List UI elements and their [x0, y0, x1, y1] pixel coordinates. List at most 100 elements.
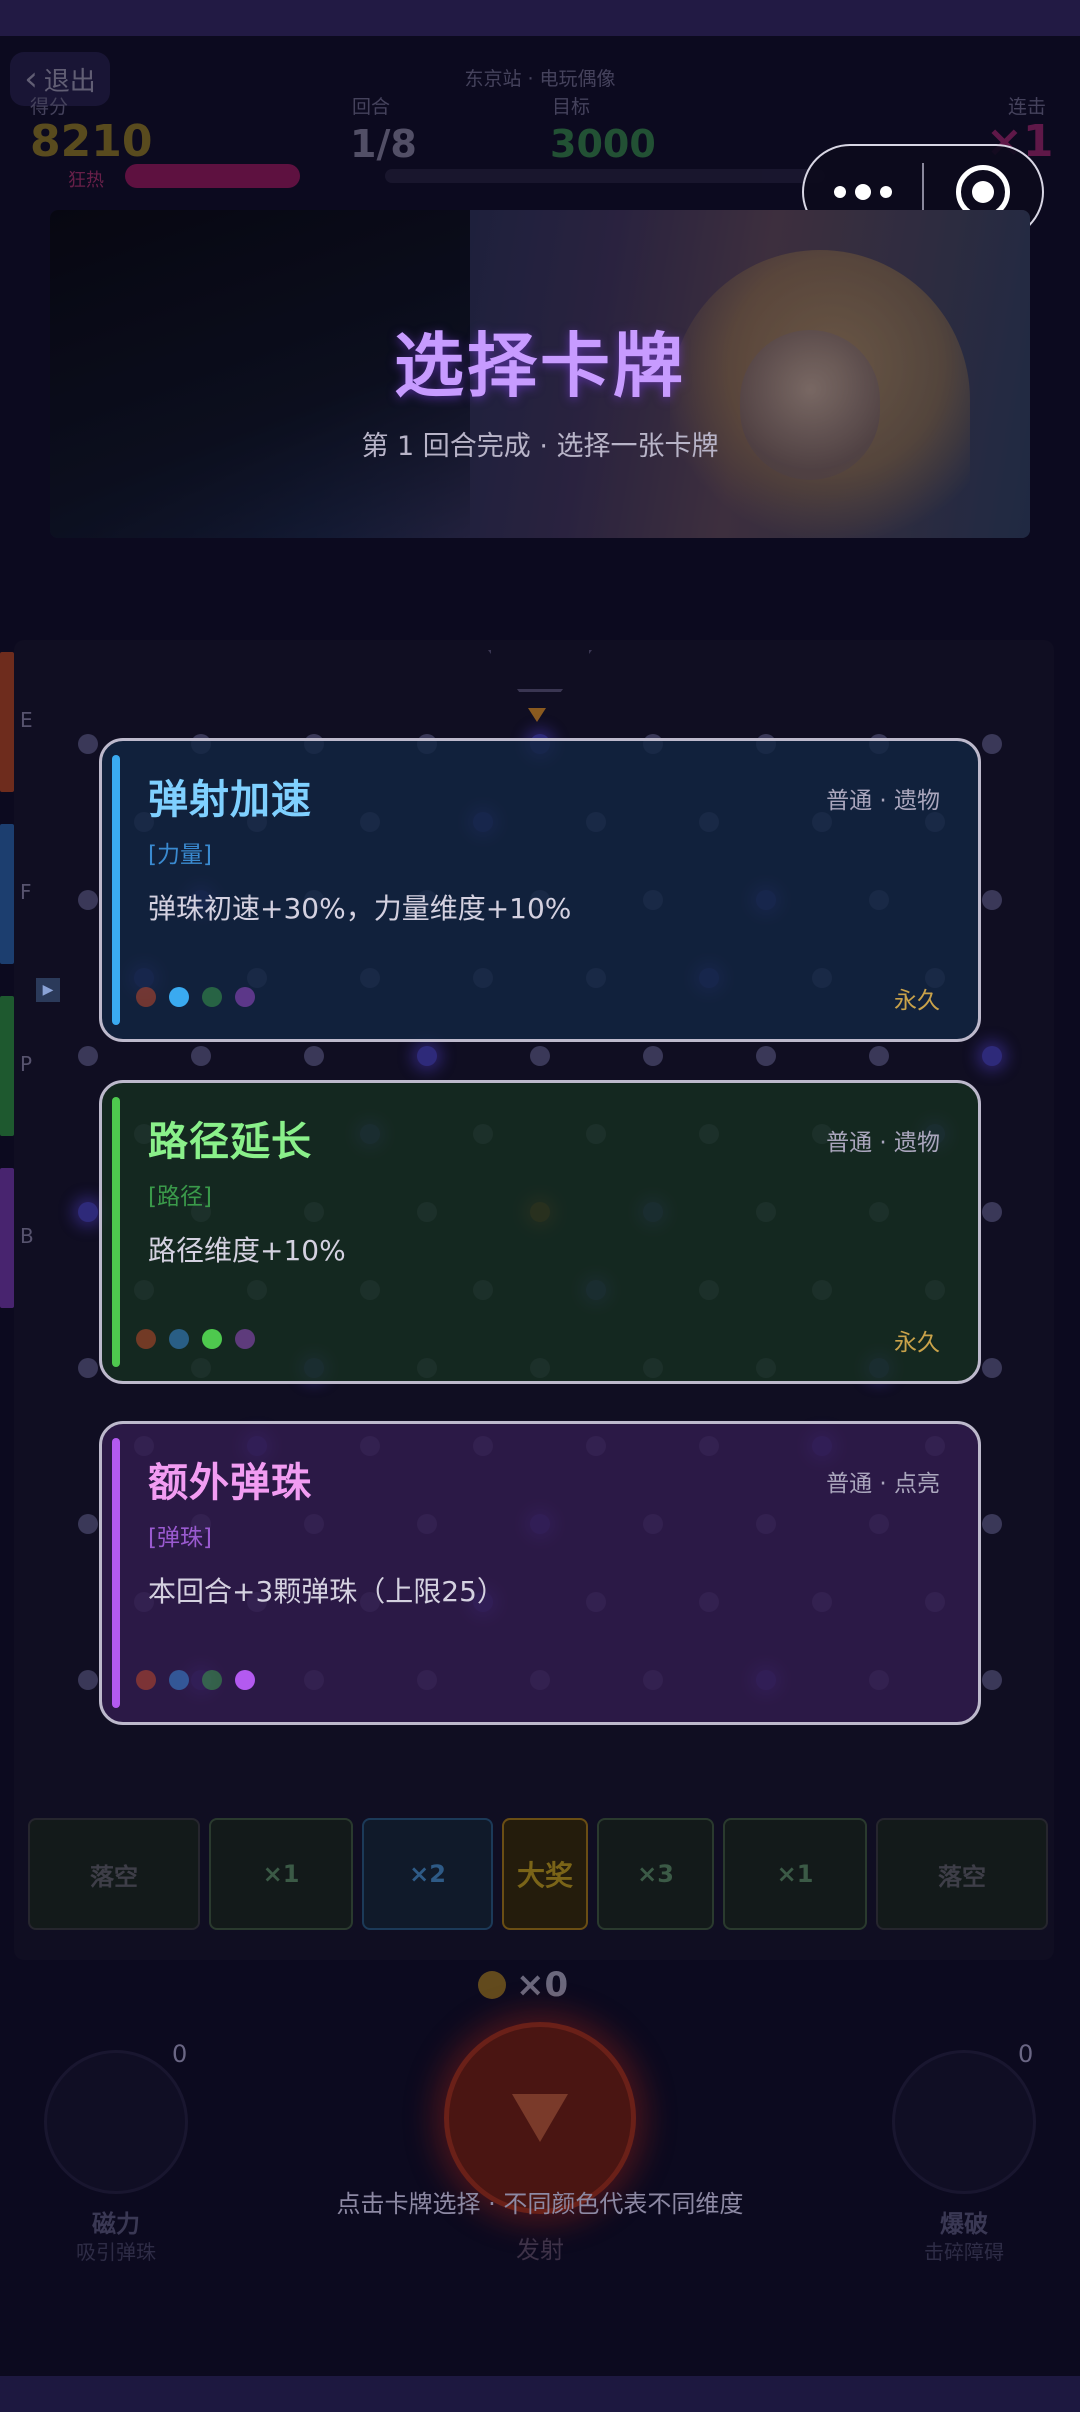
blast-skill-button[interactable] [892, 2050, 1036, 2194]
card-description: 弹珠初速+30%，力量维度+10% [148, 892, 572, 925]
dimension-dot-icon [136, 1329, 156, 1349]
dimension-dot-icon [235, 1329, 255, 1349]
card-duration: 永久 [894, 1330, 940, 1356]
card-rarity: 普通 · 遗物 [826, 1130, 940, 1156]
card-description: 路径维度+10% [148, 1234, 346, 1267]
blast-sub: 击碎障碍 [924, 2240, 1004, 2264]
selection-hint: 点击卡牌选择 · 不同颜色代表不同维度 [336, 2190, 744, 2218]
target-label: 目标 [552, 96, 591, 118]
banner-title: 选择卡牌 [394, 325, 686, 407]
card-description: 本回合+3颗弹珠（上限25） [148, 1575, 505, 1608]
more-menu-button[interactable] [804, 184, 922, 200]
card-duration: 永久 [894, 988, 940, 1014]
bottom-bar [0, 2376, 1080, 2412]
score-label: 得分 [30, 96, 69, 118]
dimension-bar [0, 996, 14, 1136]
peg [78, 1514, 98, 1534]
card-color-stripe [112, 755, 120, 1025]
peg [78, 734, 98, 754]
peg [869, 1046, 889, 1066]
card-select-banner: 选择卡牌 第 1 回合完成 · 选择一张卡牌 [50, 210, 1030, 538]
coin-count: ×0 [516, 1965, 569, 2005]
peg [982, 1514, 1002, 1534]
card-color-stripe [112, 1097, 120, 1367]
dimension-dot-icon [202, 1329, 222, 1349]
peg [417, 1046, 437, 1066]
slot: 落空 [876, 1818, 1048, 1930]
card-option-0[interactable]: 弹射加速 普通 · 遗物 [力量] 弹珠初速+30%，力量维度+10% 永久 [99, 738, 981, 1042]
peg [982, 1202, 1002, 1222]
round-value: 1/8 [350, 122, 417, 166]
card-option-2[interactable]: 额外弹珠 普通 · 点亮 [弹珠] 本回合+3颗弹珠（上限25） [99, 1421, 981, 1725]
magnet-skill-button[interactable] [44, 2050, 188, 2194]
card-rarity: 普通 · 点亮 [826, 1471, 940, 1497]
coin-icon [478, 1971, 506, 1999]
more-dot-icon [855, 184, 871, 200]
slot: ×1 [723, 1818, 867, 1930]
score-slots: 落空 ×1 ×2 大奖 ×3 ×1 落空 [28, 1818, 1052, 1930]
card-dimension-tag: [力量] [148, 842, 212, 868]
peg [191, 1046, 211, 1066]
dimension-dot-icon [136, 1670, 156, 1690]
top-status-bar [0, 0, 1080, 36]
peg [78, 1670, 98, 1690]
peg [756, 1046, 776, 1066]
card-color-stripe [112, 1438, 120, 1708]
dimension-dot-icon [235, 987, 255, 1007]
card-title: 额外弹珠 [148, 1460, 312, 1506]
dimension-letter: B [20, 1224, 34, 1248]
more-dot-icon [880, 186, 892, 198]
dimension-letter: E [20, 708, 33, 732]
peg [982, 1046, 1002, 1066]
peg [982, 734, 1002, 754]
card-option-1[interactable]: 路径延长 普通 · 遗物 [路径] 路径维度+10% 永久 [99, 1080, 981, 1384]
dimension-dot-icon [202, 987, 222, 1007]
magnet-count: 0 [172, 2040, 188, 2068]
heat-bar-fill [125, 164, 300, 188]
card-title: 弹射加速 [148, 777, 312, 823]
chute-arrow-icon [528, 708, 546, 722]
card-dimension-tag: [路径] [148, 1184, 212, 1210]
coin-counter: ×0 [478, 1965, 568, 2005]
card-dimension-tag: [弹珠] [148, 1525, 212, 1551]
dimension-dot-icon [136, 987, 156, 1007]
banner-subtitle: 第 1 回合完成 · 选择一张卡牌 [361, 431, 719, 462]
score-value: 8210 [30, 116, 153, 167]
target-value: 3000 [550, 122, 656, 166]
round-label: 回合 [352, 96, 391, 118]
fire-down-icon [512, 2094, 568, 2142]
stage-name: 东京站 · 电玩偶像 [464, 68, 616, 90]
blast-count: 0 [1018, 2040, 1034, 2068]
combo-label: 连击 [1008, 96, 1047, 118]
card-dimension-dots [136, 987, 255, 1007]
slot: ×3 [597, 1818, 714, 1930]
heat-label: 狂热 [68, 170, 104, 191]
peg [78, 1202, 98, 1222]
dimension-letter: F [20, 880, 32, 904]
play-arrow-icon: ▶ [36, 978, 60, 1002]
card-title: 路径延长 [148, 1119, 312, 1165]
dimension-bar [0, 824, 14, 964]
peg [78, 1358, 98, 1378]
dimension-bar [0, 1168, 14, 1308]
peg [982, 1358, 1002, 1378]
dimension-dot-icon [169, 987, 189, 1007]
card-rarity: 普通 · 遗物 [826, 788, 940, 814]
peg [78, 890, 98, 910]
peg [304, 1046, 324, 1066]
card-dimension-dots [136, 1329, 255, 1349]
slot: ×1 [209, 1818, 353, 1930]
peg [643, 1046, 663, 1066]
dimension-dot-icon [169, 1329, 189, 1349]
slot-jackpot: 大奖 [502, 1818, 588, 1930]
heat-track [385, 169, 825, 183]
peg [530, 1046, 550, 1066]
dimension-dot-icon [235, 1670, 255, 1690]
slot: ×2 [362, 1818, 493, 1930]
peg [982, 1670, 1002, 1690]
dimension-letter: P [20, 1052, 33, 1076]
dimension-dot-icon [202, 1670, 222, 1690]
dimension-bar [0, 652, 14, 792]
peg [78, 1046, 98, 1066]
peg [982, 890, 1002, 910]
